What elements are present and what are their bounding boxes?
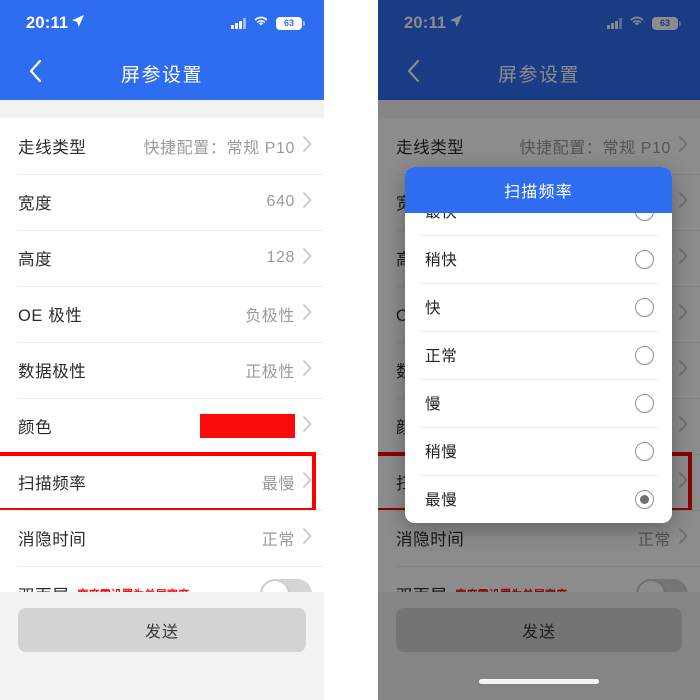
settings-list: 走线类型 快捷配置：常规 P10 宽度 640 高度 128 OE 极性 负极性数据极性 正极性… xyxy=(0,118,324,622)
settings-row[interactable]: 走线类型 快捷配置：常规 P10 xyxy=(0,118,324,174)
nav-bar: 屏参设置 xyxy=(0,46,324,100)
dialog-option-label: 稍慢 xyxy=(425,444,458,461)
dialog-option[interactable]: 稍慢 xyxy=(405,427,672,475)
back-button[interactable] xyxy=(14,46,56,100)
settings-row-label: 颜色 xyxy=(18,419,53,437)
chevron-right-icon xyxy=(303,135,312,157)
dialog-option-label: 快 xyxy=(425,300,442,317)
settings-row-label: 宽度 xyxy=(18,195,53,213)
chevron-right-icon xyxy=(303,191,312,213)
chevron-right-icon xyxy=(303,527,312,549)
wifi-icon xyxy=(253,14,269,32)
chevron-right-icon xyxy=(303,471,312,493)
phone-screen-left: 20:11 63 屏参设置 走线类型 快捷配置：常规 P10 宽度 640 高度… xyxy=(0,0,324,700)
settings-row-value: 最慢 xyxy=(261,476,295,493)
settings-row-value: 128 xyxy=(266,249,295,266)
settings-row-label: 高度 xyxy=(18,251,53,269)
settings-scroll-area: 走线类型 快捷配置：常规 P10 宽度 640 高度 128 OE 极性 负极性数据极性 正极性… xyxy=(0,100,324,622)
screenshot-stage: 20:11 63 屏参设置 走线类型 快捷配置：常规 P10 宽度 640 高度… xyxy=(0,0,700,700)
dialog-option[interactable]: 最快 xyxy=(405,213,672,235)
settings-row-right: 最慢 xyxy=(262,470,312,494)
status-bar-left: 20:11 xyxy=(26,14,85,33)
settings-row-right: 正极性 xyxy=(245,358,312,382)
dialog-option[interactable]: 正常 xyxy=(405,331,672,379)
settings-row-label: 走线类型 xyxy=(18,139,87,157)
status-bar-right: 63 xyxy=(231,14,305,32)
settings-row[interactable]: OE 极性 负极性 xyxy=(0,286,324,342)
color-swatch[interactable] xyxy=(200,414,295,438)
chevron-right-icon xyxy=(303,247,312,269)
settings-row-label: 数据极性 xyxy=(18,363,87,381)
radio-button[interactable] xyxy=(635,441,654,461)
page-title: 屏参设置 xyxy=(120,64,203,86)
settings-row[interactable]: 宽度 640 xyxy=(0,174,324,230)
settings-row-value: 负极性 xyxy=(245,308,295,325)
radio-button[interactable] xyxy=(635,249,654,269)
settings-row[interactable]: 高度 128 xyxy=(0,230,324,286)
dialog-option-label: 正常 xyxy=(425,348,458,365)
radio-button[interactable] xyxy=(635,393,654,413)
settings-row-label: 扫描频率 xyxy=(18,475,87,493)
chevron-right-icon xyxy=(303,303,312,325)
home-indicator xyxy=(479,679,599,684)
dialog-option[interactable]: 稍快 xyxy=(405,235,672,283)
chevron-right-icon xyxy=(303,359,312,381)
dialog-option[interactable]: 最慢 xyxy=(405,475,672,523)
send-button[interactable]: 发送 xyxy=(18,608,306,652)
location-arrow-icon xyxy=(71,14,85,33)
dialog-option-label: 最慢 xyxy=(425,492,458,509)
settings-row[interactable]: 数据极性 正极性 xyxy=(0,342,324,398)
footer-bar: 发送 xyxy=(0,592,324,700)
settings-row[interactable]: 消隐时间 正常 xyxy=(0,510,324,566)
radio-button-selected[interactable] xyxy=(635,489,654,509)
battery-level: 63 xyxy=(283,17,294,28)
radio-button[interactable] xyxy=(635,213,654,221)
dialog-option-label: 最快 xyxy=(425,213,458,222)
dialog-title: 扫描频率 xyxy=(504,184,573,201)
battery-icon: 63 xyxy=(276,16,305,30)
settings-row-right: 负极性 xyxy=(245,302,312,326)
status-bar: 20:11 63 xyxy=(0,0,324,46)
settings-row-right: 正常 xyxy=(262,526,312,550)
status-time: 20:11 xyxy=(26,13,69,32)
signal-bars-icon xyxy=(231,17,246,29)
dialog-option-label: 慢 xyxy=(425,396,442,413)
settings-row-label: 消隐时间 xyxy=(18,531,87,549)
chevron-left-icon xyxy=(29,59,42,87)
settings-row[interactable]: 颜色 xyxy=(0,398,324,454)
settings-row-right: 128 xyxy=(266,247,313,269)
radio-button[interactable] xyxy=(635,297,654,317)
settings-row[interactable]: 扫描频率 最慢 xyxy=(0,452,324,512)
settings-row-label: OE 极性 xyxy=(18,307,83,325)
dialog-option-label: 稍快 xyxy=(425,252,458,269)
scan-frequency-dialog: 扫描频率 最快稍快快正常慢稍慢最慢 xyxy=(405,167,672,523)
radio-button[interactable] xyxy=(635,345,654,365)
settings-row-right: 快捷配置：常规 P10 xyxy=(143,134,312,158)
section-gap xyxy=(0,100,324,118)
settings-row-value: 正常 xyxy=(261,532,295,549)
settings-row-right: 640 xyxy=(266,191,313,213)
dialog-option-list: 最快稍快快正常慢稍慢最慢 xyxy=(405,213,672,523)
chevron-right-icon xyxy=(303,415,312,437)
settings-row-right xyxy=(200,414,312,438)
dialog-header: 扫描频率 xyxy=(405,167,672,213)
dialog-option[interactable]: 快 xyxy=(405,283,672,331)
dialog-option[interactable]: 慢 xyxy=(405,379,672,427)
settings-row-value: 640 xyxy=(266,193,295,210)
phone-screen-right: 20:11 63 屏参设置 走线类型 快捷配置：常规 P10 消隐时间 正常 发… xyxy=(378,0,700,700)
settings-row-value: 快捷配置：常规 P10 xyxy=(143,140,295,157)
settings-row-value: 正极性 xyxy=(245,364,295,381)
